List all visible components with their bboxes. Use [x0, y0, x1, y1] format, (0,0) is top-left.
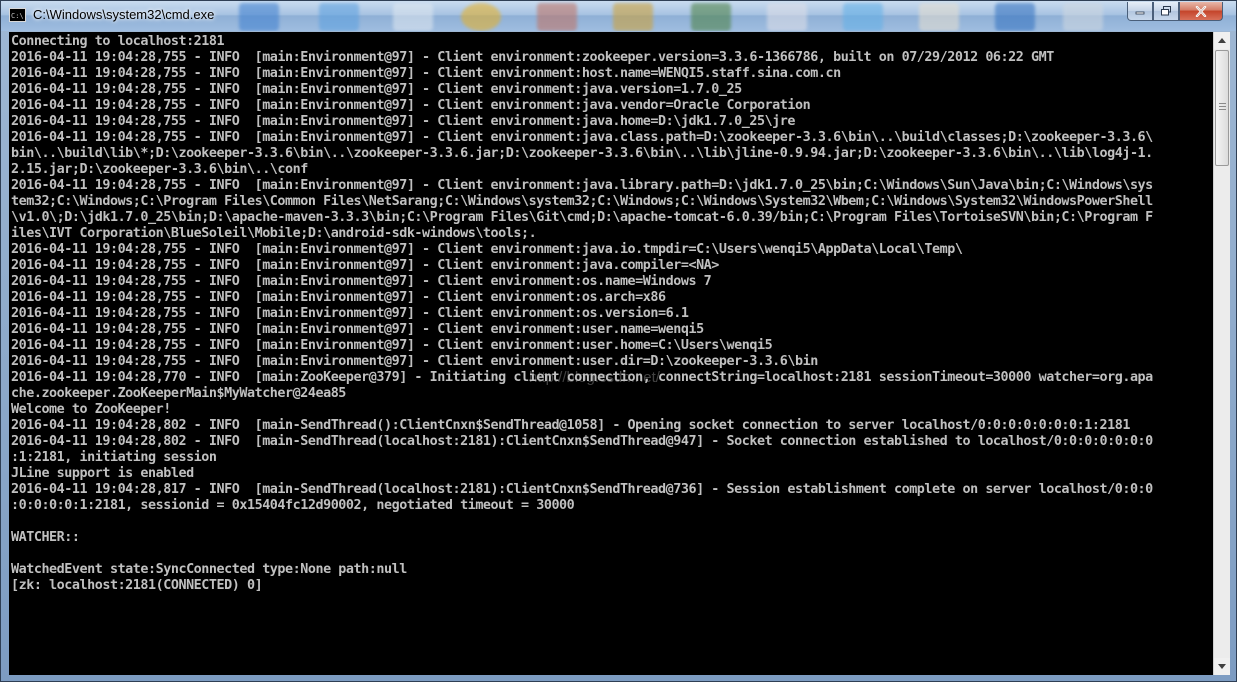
vertical-scrollbar[interactable] [1213, 32, 1230, 675]
console-line: Connecting to localhost:2181 [11, 34, 225, 49]
scroll-up-button[interactable] [1214, 32, 1230, 49]
svg-text:C:\: C:\ [11, 12, 24, 19]
console-text: Connecting to localhost:2181 2016-04-11 … [11, 34, 1153, 594]
console-line: [zk: localhost:2181(CONNECTED) 0] [11, 578, 263, 593]
console-line: 2016-04-11 19:04:28,755 - INFO [main:Env… [11, 306, 689, 321]
minimize-icon [1135, 11, 1145, 15]
cmd-window: C:\ C:\Windows\system32\cmd.exe Connecti… [0, 0, 1237, 682]
background-blur [767, 3, 807, 31]
console-line: WatchedEvent state:SyncConnected type:No… [11, 562, 407, 577]
minimize-button[interactable] [1127, 2, 1153, 21]
console-line: 2016-04-11 19:04:28,755 - INFO [main:Env… [11, 130, 1153, 145]
console-line: iles\IVT Corporation\BlueSoleil\Mobile;D… [11, 226, 537, 241]
background-blur [613, 3, 653, 31]
console-line: 2016-04-11 19:04:28,755 - INFO [main:Env… [11, 98, 811, 113]
thumb-grip [1219, 109, 1226, 110]
close-icon [1195, 5, 1207, 17]
console-line: Welcome to ZooKeeper! [11, 402, 171, 417]
background-blur [461, 3, 501, 31]
console-line: \v1.0\;D:\jdk1.7.0_25\bin;D:\apache-mave… [11, 210, 1153, 225]
maximize-button[interactable] [1153, 2, 1179, 21]
console-line: JLine support is enabled [11, 466, 194, 481]
background-blur [239, 3, 279, 31]
console-line: 2016-04-11 19:04:28,802 - INFO [main-Sen… [11, 418, 1130, 433]
background-blur [919, 3, 959, 31]
console-line: 2016-04-11 19:04:28,755 - INFO [main:Env… [11, 242, 963, 257]
thumb-grip [1219, 106, 1226, 107]
console-output[interactable]: Connecting to localhost:2181 2016-04-11 … [9, 32, 1213, 675]
background-blur [843, 3, 883, 31]
maximize-icon [1161, 6, 1171, 16]
console-line: 2.15.jar;D:\zookeeper-3.3.6\bin\..\conf [11, 162, 308, 177]
background-blur [393, 3, 433, 31]
console-line: WATCHER:: [11, 530, 80, 545]
close-button[interactable] [1179, 2, 1223, 21]
scroll-thumb[interactable] [1215, 50, 1229, 166]
console-line: 2016-04-11 19:04:28,802 - INFO [main-Sen… [11, 434, 1153, 449]
arrow-up-icon [1218, 38, 1226, 43]
console-line: 2016-04-11 19:04:28,755 - INFO [main:Env… [11, 290, 666, 305]
console-line: 2016-04-11 19:04:28,755 - INFO [main:Env… [11, 50, 1054, 65]
console-line: 2016-04-11 19:04:28,755 - INFO [main:Env… [11, 66, 841, 81]
console-line: 2016-04-11 19:04:28,755 - INFO [main:Env… [11, 274, 712, 289]
thumb-grip [1219, 103, 1226, 104]
console-line: 2016-04-11 19:04:28,755 - INFO [main:Env… [11, 322, 704, 337]
console-line: 2016-04-11 19:04:28,770 - INFO [main:Zoo… [11, 370, 1153, 385]
background-blur [537, 3, 577, 31]
window-title: C:\Windows\system32\cmd.exe [33, 7, 215, 22]
background-blur [691, 3, 731, 31]
console-line: 2016-04-11 19:04:28,755 - INFO [main:Env… [11, 82, 742, 97]
console-line: 2016-04-11 19:04:28,755 - INFO [main:Env… [11, 178, 1153, 193]
console-line: 2016-04-11 19:04:28,755 - INFO [main:Env… [11, 354, 818, 369]
cmd-icon[interactable]: C:\ [9, 8, 26, 22]
title-bar[interactable]: C:\ C:\Windows\system32\cmd.exe [1, 1, 1236, 31]
console-line: che.zookeeper.ZooKeeperMain$MyWatcher@24… [11, 386, 346, 401]
console-line: 2016-04-11 19:04:28,755 - INFO [main:Env… [11, 258, 719, 273]
console-line: 2016-04-11 19:04:28,755 - INFO [main:Env… [11, 338, 773, 353]
console-line: :0:0:0:0:1:2181, sessionid = 0x15404fc12… [11, 498, 575, 513]
background-blur [1063, 3, 1103, 31]
console-line: 2016-04-11 19:04:28,817 - INFO [main-Sen… [11, 482, 1153, 497]
background-blur [319, 3, 359, 31]
scroll-down-button[interactable] [1214, 658, 1230, 675]
console-line: 2016-04-11 19:04:28,755 - INFO [main:Env… [11, 114, 796, 129]
background-blur [995, 3, 1035, 31]
console-line: :1:2181, initiating session [11, 450, 217, 465]
arrow-down-icon [1218, 664, 1226, 669]
console-line: tem32;C:\Windows;C:\Program Files\Common… [11, 194, 1153, 209]
console-line: bin\..\build\lib\*;D:\zookeeper-3.3.6\bi… [11, 146, 1153, 161]
